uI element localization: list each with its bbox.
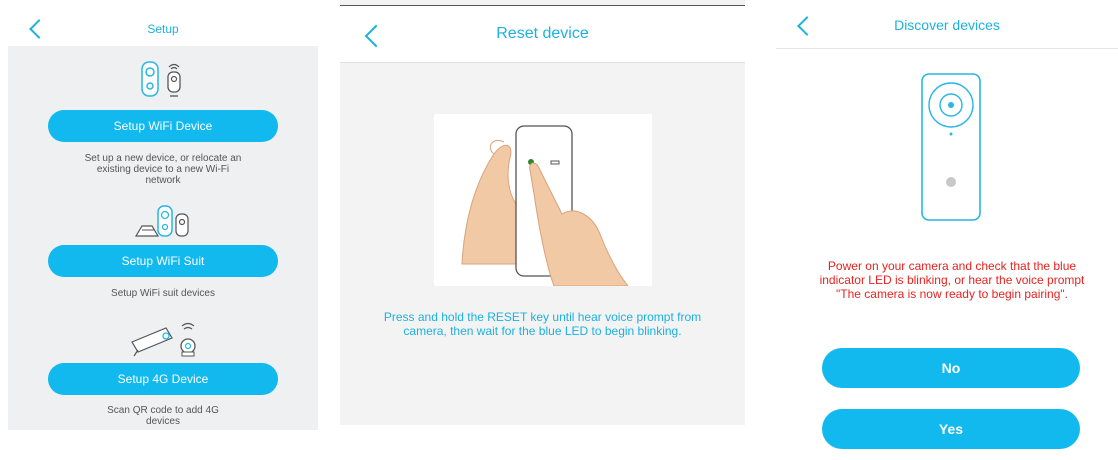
page-title: Reset device — [496, 25, 589, 42]
reset-device-screen: Reset device Press and hold the RESET ke… — [340, 0, 745, 425]
setup-wifi-device-description: Set up a new device, or relocate an exis… — [84, 153, 242, 186]
page-title: Discover devices — [894, 17, 1000, 33]
reset-hand-illustration — [434, 114, 652, 286]
setup-wifi-suit-button[interactable]: Setup WiFi Suit — [48, 245, 278, 277]
pairing-instructions: Power on your camera and check that the … — [819, 259, 1085, 301]
discover-header: Discover devices — [776, 0, 1118, 49]
setup-header: Setup — [8, 0, 318, 46]
setup-4g-device-description: Scan QR code to add 4G devices — [107, 405, 219, 427]
4g-camera-icon — [131, 322, 196, 357]
setup-wifi-suit-description: Setup WiFi suit devices — [111, 288, 215, 299]
camera-device-icon — [921, 73, 981, 221]
page-title: Setup — [147, 22, 179, 36]
setup-screen: Setup Setup WiFi Device Set up a new dev… — [8, 0, 318, 430]
setup-options: Setup WiFi Device Set up a new device, o… — [8, 46, 318, 430]
yes-button[interactable]: Yes — [822, 409, 1080, 449]
discover-devices-screen: Discover devices Power on your camera an… — [776, 0, 1118, 460]
setup-wifi-device-button[interactable]: Setup WiFi Device — [48, 110, 278, 142]
no-button[interactable]: No — [822, 348, 1080, 388]
reset-header: Reset device — [340, 6, 745, 63]
reset-instructions: Press and hold the RESET key until hear … — [383, 310, 702, 338]
doorbell-camera-icon — [141, 61, 181, 97]
setup-4g-device-button[interactable]: Setup 4G Device — [48, 363, 278, 395]
wifi-suit-icon — [134, 205, 189, 237]
